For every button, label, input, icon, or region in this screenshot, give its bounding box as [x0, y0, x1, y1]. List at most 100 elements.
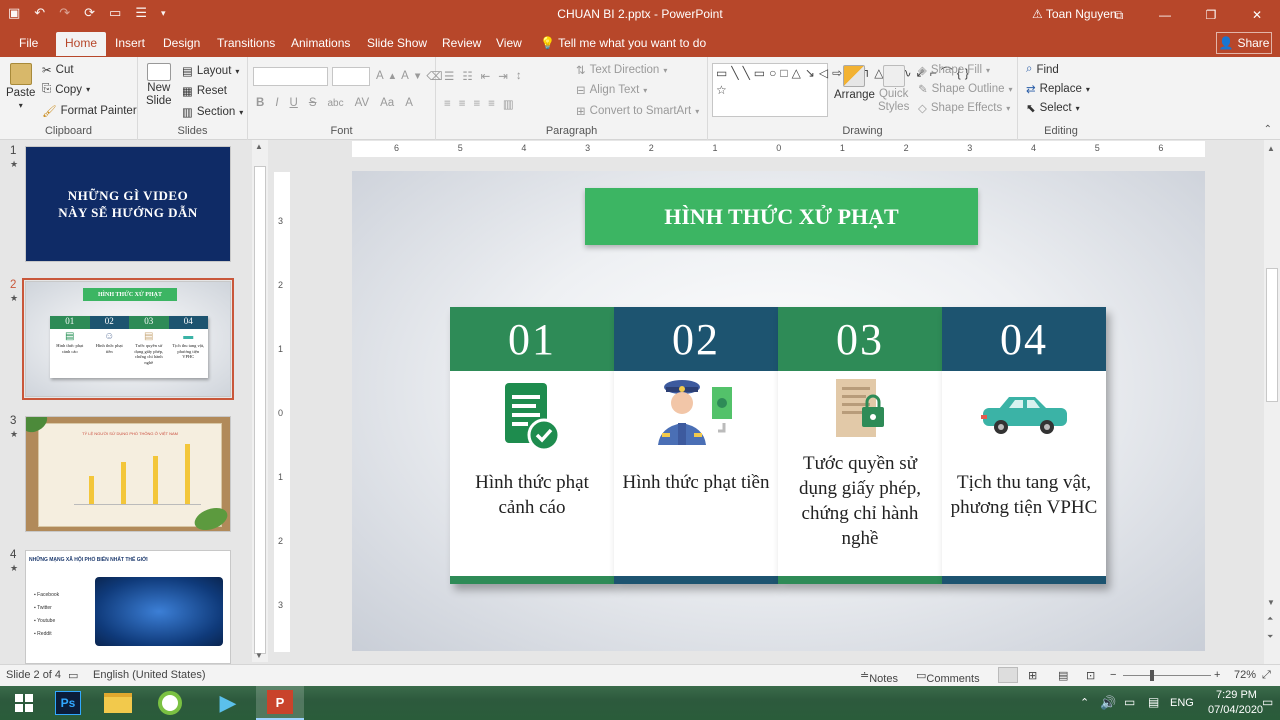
fit-slide-icon[interactable]: ⤢	[1262, 669, 1271, 682]
file-explorer-icon[interactable]	[94, 686, 142, 720]
slide-thumbnail-3[interactable]: TỶ LỆ NGƯỜI SỬ DỤNG PHỔ THÔNG Ở VIỆT NAM	[25, 416, 231, 532]
slide-thumbnail-2[interactable]: HÌNH THỨC XỬ PHẠT 01 02 03 04 ▤ ☺ ▤ ▬ Hình …	[22, 278, 234, 400]
font-size-input[interactable]	[332, 67, 370, 86]
bold-button[interactable]: B	[256, 97, 264, 109]
card-02[interactable]: 02 Hình thức phạt tiền	[614, 307, 778, 584]
new-slide-button[interactable]: New Slide	[146, 63, 172, 107]
battery-icon[interactable]: ▭	[1124, 695, 1135, 709]
font-family-input[interactable]	[253, 67, 328, 86]
windows-start-icon[interactable]	[0, 686, 48, 720]
slide-thumbnail-1[interactable]: NHỮNG GÌ VIDEO NÀY SẼ HƯỚNG DẪN	[25, 146, 231, 262]
shape-outline-button[interactable]: ✎ Shape Outline ▾	[918, 82, 1013, 96]
tab-review[interactable]: Review	[442, 36, 481, 50]
cut-button[interactable]: ✂ Cut	[42, 63, 74, 77]
shapes-gallery[interactable]: ▭╲╲▭○□△↘◁⇨↳↰△↗∿↙⌐⌒{}☆	[712, 63, 969, 117]
card-01[interactable]: 01 Hình thức phạt cảnh cáo	[450, 307, 614, 584]
italic-button[interactable]: I	[275, 97, 278, 109]
scrollbar-thumb[interactable]	[254, 166, 266, 654]
restore-icon[interactable]: ❐	[1188, 0, 1234, 30]
tab-view[interactable]: View	[496, 36, 522, 50]
editor-scrollbar[interactable]: ▲ ▼ ⏶ ⏷	[1264, 140, 1280, 664]
align-text-button[interactable]: ⊟ Align Text ▾	[576, 83, 647, 97]
slide-show-icon[interactable]: ⊡	[1086, 669, 1095, 682]
slide-thumbnail-4[interactable]: NHỮNG MẠNG XÃ HỘI PHỔ BIẾN NHẤT THẾ GIỚI…	[25, 550, 231, 664]
card-03[interactable]: 03 Tước quyền sử dụng giấy phép, chứng c…	[778, 307, 942, 584]
notes-button[interactable]: ≐ Notes	[860, 669, 898, 685]
zoom-in-icon[interactable]: +	[1214, 669, 1220, 681]
photoshop-icon[interactable]: Ps	[44, 686, 92, 720]
minimize-icon[interactable]: —	[1142, 0, 1188, 30]
tab-slide-show[interactable]: Slide Show	[367, 36, 427, 50]
scrollbar-thumb[interactable]	[1266, 268, 1278, 402]
scroll-up-icon[interactable]: ▲	[1267, 144, 1275, 153]
zoom-slider-thumb[interactable]	[1150, 670, 1154, 681]
copy-button[interactable]: ⎘ Copy ▾	[42, 83, 90, 96]
tab-transitions[interactable]: Transitions	[217, 36, 275, 50]
reset-button[interactable]: ▦ Reset	[182, 84, 227, 98]
align-center-icon[interactable]: ≡	[459, 98, 466, 110]
collapse-ribbon-icon[interactable]: ⌃	[1264, 124, 1272, 135]
paste-button[interactable]: Paste ▾	[6, 63, 35, 110]
tell-me-box[interactable]: 💡 Tell me what you want to do	[540, 36, 706, 50]
reading-view-icon[interactable]: ▤	[1058, 669, 1068, 682]
notifications-icon[interactable]: ▭	[1262, 695, 1273, 709]
share-button[interactable]: 👤 Share	[1216, 32, 1272, 54]
increase-indent-icon[interactable]: ⇥	[498, 69, 508, 83]
close-icon[interactable]: ✕	[1234, 0, 1280, 30]
decrease-indent-icon[interactable]: ⇤	[481, 69, 491, 83]
shape-fill-button[interactable]: ◈ Shape Fill ▾	[918, 63, 990, 77]
underline-button[interactable]: U	[290, 97, 298, 109]
zoom-out-icon[interactable]: −	[1110, 669, 1116, 681]
scroll-down-icon[interactable]: ▼	[1267, 598, 1275, 607]
section-button[interactable]: ▥ Section ▾	[182, 105, 243, 119]
quick-styles-button[interactable]: Quick Styles	[878, 65, 909, 113]
volume-icon[interactable]: 🔊	[1100, 695, 1116, 711]
format-painter-button[interactable]: 🖌 Format Painter	[42, 104, 137, 118]
align-right-icon[interactable]: ≡	[473, 98, 480, 110]
zoom-slider-track[interactable]	[1123, 675, 1211, 676]
text-direction-button[interactable]: ⇅ Text Direction ▾	[576, 63, 667, 77]
network-icon[interactable]: ▤	[1148, 695, 1159, 709]
columns-icon[interactable]: ▥	[503, 97, 514, 111]
tray-expand-icon[interactable]: ⌃	[1080, 696, 1089, 709]
media-player-icon[interactable]: ▶	[204, 686, 252, 720]
arrange-button[interactable]: Arrange	[834, 65, 875, 101]
card-04[interactable]: 04 Tịch thu tang vật, phương tiện VPHC	[942, 307, 1106, 584]
find-button[interactable]: ⌕ Find	[1026, 63, 1059, 76]
convert-smartart-button[interactable]: ⊞ Convert to SmartArt ▾	[576, 104, 699, 118]
powerpoint-taskbar-icon[interactable]: P	[256, 686, 304, 720]
input-language[interactable]: ENG	[1170, 697, 1194, 709]
char-spacing-icon[interactable]: AV	[355, 97, 370, 109]
font-color-icon[interactable]: A	[405, 97, 413, 109]
layout-button[interactable]: ▤ Layout ▾	[182, 64, 239, 78]
next-slide-icon[interactable]: ⏷	[1267, 632, 1273, 642]
zoom-level[interactable]: 72%	[1234, 669, 1256, 681]
tab-animations[interactable]: Animations	[291, 36, 350, 50]
replace-button[interactable]: ⇄ Replace ▾	[1026, 82, 1090, 96]
align-left-icon[interactable]: ≡	[444, 98, 451, 110]
previous-slide-icon[interactable]: ⏶	[1267, 614, 1273, 624]
line-spacing-icon[interactable]: ↕	[516, 70, 522, 82]
bullets-icon[interactable]: ☰	[444, 69, 454, 83]
font-size-controls[interactable]: A ▲ A ▼ ⌫	[376, 69, 443, 83]
scroll-up-icon[interactable]: ▲	[255, 142, 263, 151]
language-indicator[interactable]: English (United States)	[93, 669, 206, 681]
tab-design[interactable]: Design	[163, 36, 200, 50]
shadow-button[interactable]: abc	[328, 98, 344, 109]
justify-icon[interactable]: ≡	[488, 98, 495, 110]
shape-effects-button[interactable]: ◇ Shape Effects ▾	[918, 101, 1010, 115]
comments-button[interactable]: ▭ Comments	[916, 669, 980, 685]
change-case-icon[interactable]: Aa	[380, 97, 394, 109]
tab-file[interactable]: File	[19, 36, 38, 50]
scroll-down-icon[interactable]: ▼	[255, 651, 263, 660]
slide-sorter-icon[interactable]: ⊞	[1028, 669, 1037, 682]
app-green-icon[interactable]	[146, 686, 194, 720]
ribbon-display-options-icon[interactable]: ⧉	[1096, 0, 1142, 30]
clock-time[interactable]: 7:29 PM	[1216, 689, 1257, 701]
tab-home[interactable]: Home	[56, 32, 107, 56]
numbering-icon[interactable]: ☷	[462, 69, 472, 83]
tab-insert[interactable]: Insert	[115, 36, 145, 50]
strikethrough-button[interactable]: S	[309, 97, 317, 109]
thumbnail-scrollbar[interactable]: ▲ ▼	[252, 140, 268, 662]
spell-check-icon[interactable]: ▭	[68, 669, 78, 682]
